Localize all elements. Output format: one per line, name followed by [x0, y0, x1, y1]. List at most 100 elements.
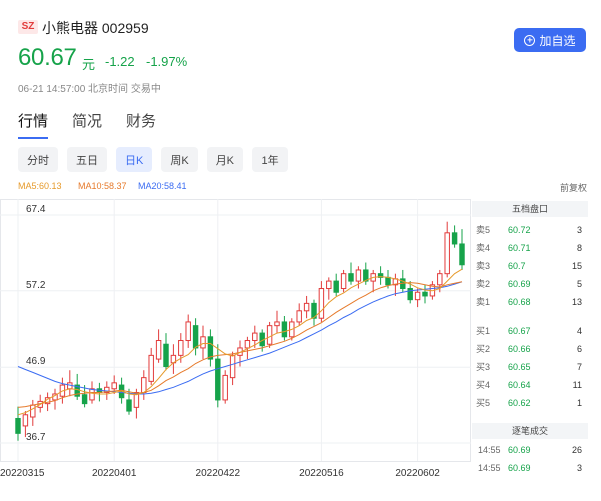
trade-row: 14:55 60.69 3 — [472, 459, 588, 477]
ma10-value: MA10:58.37 — [78, 181, 127, 191]
ma20-value: MA20:58.41 — [138, 181, 187, 191]
stock-name: 小熊电器 002959 — [42, 20, 149, 36]
y-axis-tick-label: 36.7 — [26, 432, 46, 443]
buy-level-4: 买4 60.64 11 — [472, 376, 588, 394]
candle-body — [326, 280, 332, 290]
level-label: 买4 — [476, 380, 491, 390]
level-volume: 8 — [576, 243, 582, 253]
candle-body — [126, 399, 132, 412]
level-volume: 1 — [576, 398, 582, 408]
level-label: 卖1 — [476, 297, 491, 307]
candle-body — [318, 288, 325, 319]
candle-body — [414, 291, 421, 301]
level-label: 买2 — [476, 344, 491, 354]
period-daily-k[interactable]: 日K — [116, 147, 153, 172]
add-to-watchlist-button[interactable]: 加自选 — [514, 28, 586, 52]
level-volume: 15 — [571, 261, 582, 271]
level-volume: 5 — [576, 279, 582, 289]
candle-body — [385, 276, 391, 286]
level-label: 买1 — [476, 326, 491, 336]
candlestick-chart[interactable]: 67.4 57.2 46.9 36.7 20220315 20220401 20220422… — [0, 199, 471, 481]
x-axis-tick-label: 20220602 — [395, 468, 440, 479]
sell-level-3: 卖3 60.7 15 — [472, 257, 588, 275]
y-axis-tick-label: 46.9 — [26, 356, 46, 367]
period-intraday[interactable]: 分时 — [18, 147, 58, 172]
level-volume: 3 — [576, 225, 582, 235]
level-price: 60.71 — [508, 243, 531, 253]
candle-body — [215, 358, 221, 401]
x-axis-tick-label: 20220422 — [196, 468, 241, 479]
trade-volume: 26 — [571, 445, 582, 455]
trade-time: 14:55 — [478, 445, 501, 455]
candle-body — [15, 417, 21, 434]
candle-body — [229, 354, 236, 379]
ma20-line — [17, 281, 463, 395]
current-price: 60.67 — [18, 44, 77, 71]
candle-body — [244, 340, 251, 349]
level-volume: 7 — [576, 362, 582, 372]
level-label: 买3 — [476, 362, 491, 372]
x-axis-tick-label: 20220401 — [92, 468, 137, 479]
level-price: 60.62 — [508, 398, 531, 408]
trade-volume: 3 — [576, 463, 582, 473]
trades-title: 逐笔成交 — [472, 423, 588, 439]
candle-body — [222, 374, 228, 401]
candle-body — [274, 321, 280, 327]
period-monthly-k[interactable]: 月K — [206, 147, 244, 172]
quote-header: SZ 小熊电器 002959 60.67 元 -1.22 -1.97% 06-2… — [0, 0, 601, 100]
main-tabs: 行情 简况 财务 — [18, 110, 156, 139]
candle-body — [333, 280, 339, 293]
period-five-day[interactable]: 五日 — [67, 147, 107, 172]
trade-price: 60.69 — [508, 445, 531, 455]
exchange-badge: SZ — [18, 20, 38, 34]
level-label: 卖4 — [476, 243, 491, 253]
add-to-watchlist-label: 加自选 — [539, 33, 576, 48]
sell-level-5: 卖5 60.72 3 — [472, 221, 588, 239]
level-price: 60.68 — [508, 297, 531, 307]
price-unit: 元 — [82, 57, 96, 72]
candle-body — [459, 243, 465, 266]
quote-time-status: 06-21 14:57:00 北京时间 交易中 — [18, 84, 161, 95]
level-label: 买5 — [476, 398, 491, 408]
candle-body — [444, 232, 450, 275]
buy-level-2: 买2 60.66 6 — [472, 340, 588, 358]
plus-circle-icon — [524, 34, 536, 46]
candle-body — [355, 269, 362, 282]
level-price: 60.69 — [508, 279, 531, 289]
candle-body — [451, 232, 458, 245]
level-price: 60.64 — [508, 380, 531, 390]
candle-body — [348, 273, 354, 282]
candle-body — [340, 273, 347, 290]
candle-body — [178, 340, 184, 356]
candle-body — [437, 273, 443, 286]
level-price: 60.72 — [508, 225, 531, 235]
price-change: -1.22 — [105, 54, 135, 69]
level-price: 60.7 — [508, 261, 526, 271]
candle-body — [81, 394, 88, 405]
buy-level-3: 买3 60.65 7 — [472, 358, 588, 376]
level-price: 60.65 — [508, 362, 531, 372]
trade-time: 14:55 — [478, 463, 501, 473]
period-one-year[interactable]: 1年 — [252, 147, 289, 172]
candle-body — [22, 414, 29, 427]
x-axis-tick-label: 20220516 — [299, 468, 344, 479]
candlestick-chart-svg: 67.4 57.2 46.9 36.7 20220315 20220401 20220422… — [0, 199, 471, 479]
tab-quote[interactable]: 行情 — [18, 110, 49, 139]
sell-level-2: 卖2 60.69 5 — [472, 275, 588, 293]
level-price: 60.67 — [508, 326, 531, 336]
candle-body — [141, 377, 147, 393]
candle-body — [89, 388, 95, 401]
buy-level-1: 买1 60.67 4 — [472, 322, 588, 340]
price-adjustment-toggle[interactable]: 前复权 — [560, 181, 587, 194]
tab-financials[interactable]: 财务 — [126, 110, 156, 139]
candle-body — [207, 336, 214, 360]
candle-body — [30, 404, 36, 418]
tab-overview[interactable]: 简况 — [72, 110, 102, 139]
level-volume: 11 — [572, 380, 582, 390]
candle-body — [163, 343, 169, 368]
sell-level-1: 卖1 60.68 13 — [472, 293, 588, 311]
candle-body — [296, 310, 302, 323]
period-weekly-k[interactable]: 周K — [161, 147, 198, 172]
ma5-value: MA5:60.13 — [18, 181, 62, 191]
chart-frame — [0, 199, 471, 462]
